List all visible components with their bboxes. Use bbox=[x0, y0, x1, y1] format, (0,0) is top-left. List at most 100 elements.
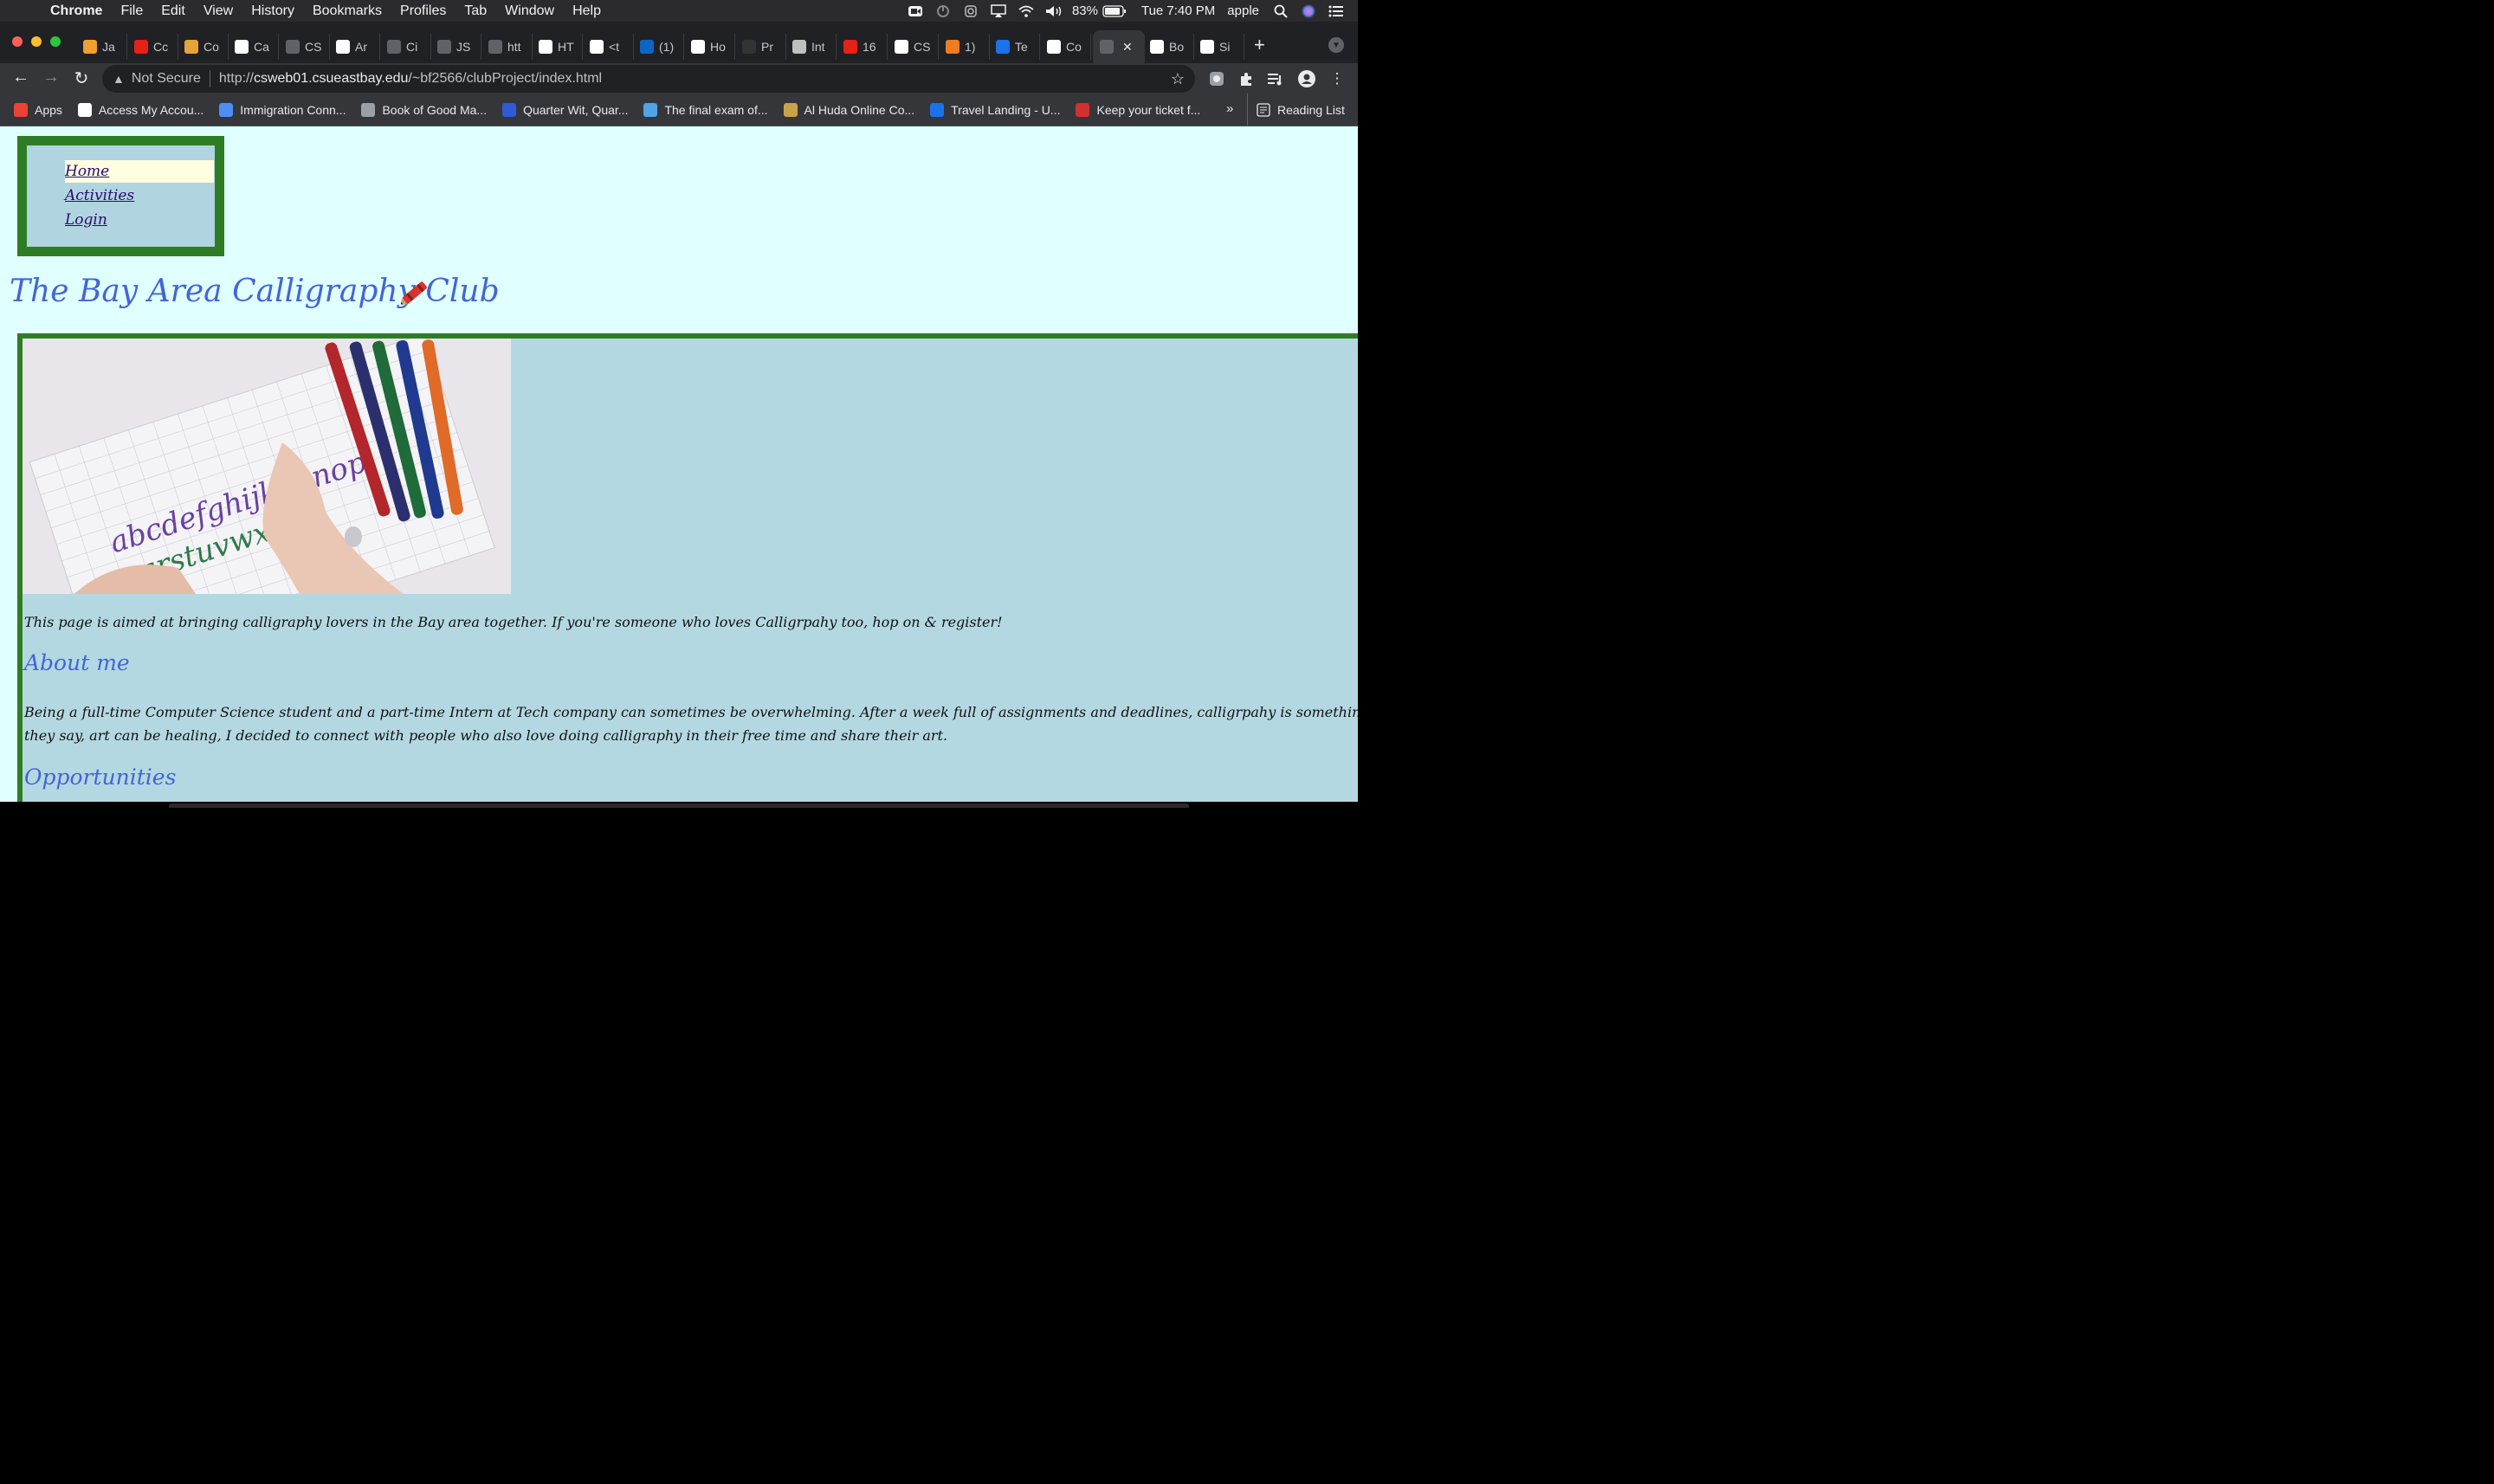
close-window-button[interactable] bbox=[12, 36, 23, 47]
menu-tab[interactable]: Tab bbox=[464, 3, 487, 19]
menu-user[interactable]: apple bbox=[1227, 3, 1259, 18]
bookmark-item[interactable]: The final exam of... bbox=[643, 102, 768, 117]
browser-tab[interactable]: Pr bbox=[735, 34, 786, 60]
browser-tab[interactable]: Ca bbox=[228, 34, 279, 60]
url-scheme: http:// bbox=[218, 71, 254, 86]
bookmark-item[interactable]: Travel Landing - U... bbox=[930, 102, 1061, 117]
bookmark-label: Travel Landing - U... bbox=[951, 102, 1061, 117]
tab-title: Ar bbox=[355, 40, 367, 54]
menu-profiles[interactable]: Profiles bbox=[400, 3, 446, 19]
mortarboard-icon bbox=[539, 40, 552, 54]
menu-clock[interactable]: Tue 7:40 PM bbox=[1141, 3, 1215, 18]
menu-app-name[interactable]: Chrome bbox=[50, 3, 102, 19]
browser-tab[interactable]: ✕ bbox=[1093, 30, 1145, 63]
tab-title: HT bbox=[558, 40, 574, 54]
timer-icon[interactable] bbox=[934, 4, 953, 18]
tab-title: Cc bbox=[153, 40, 169, 54]
bookmark-label: Apps bbox=[35, 102, 62, 117]
bookmark-item[interactable]: Al Huda Online Co... bbox=[783, 102, 914, 117]
bookmark-star-icon[interactable]: ☆ bbox=[1171, 70, 1185, 88]
clipboard-icon[interactable] bbox=[961, 4, 980, 18]
browser-tab[interactable]: Ja bbox=[76, 34, 127, 60]
browser-tab[interactable]: CS bbox=[888, 34, 939, 60]
x-icon bbox=[77, 102, 92, 117]
site-navigation: Home Activities Login bbox=[17, 136, 224, 256]
back-arrow-icon[interactable]: ← bbox=[10, 68, 31, 87]
extensions-puzzle-icon[interactable] bbox=[1237, 69, 1256, 88]
browser-tab[interactable]: Te bbox=[989, 34, 1040, 60]
warning-triangle-icon[interactable]: ▲ bbox=[113, 72, 125, 86]
browser-tab[interactable]: (1) bbox=[633, 34, 684, 60]
new-tab-plus-icon[interactable]: + bbox=[1254, 34, 1265, 56]
nav-link-login[interactable]: Login bbox=[65, 209, 214, 231]
browser-tab[interactable]: 1) bbox=[939, 34, 990, 60]
browser-tab[interactable]: Co bbox=[178, 34, 229, 60]
browser-tab[interactable]: Cc bbox=[127, 34, 178, 60]
media-queue-icon[interactable] bbox=[1266, 69, 1285, 88]
browser-tab[interactable]: Ci bbox=[380, 34, 431, 60]
bookmark-item[interactable]: Keep your ticket f... bbox=[1076, 102, 1200, 117]
nav-link-activities[interactable]: Activities bbox=[65, 184, 214, 207]
zoom-window-button[interactable] bbox=[50, 36, 61, 47]
about-heading: About me bbox=[24, 650, 130, 675]
battery-icon[interactable] bbox=[1102, 4, 1127, 18]
wifi-icon[interactable] bbox=[1017, 4, 1036, 18]
main-content-panel: abcdefghijklmnop qrstuvwxyz This page is… bbox=[17, 333, 1358, 802]
coin-icon bbox=[783, 102, 798, 117]
browser-tab[interactable]: Bo bbox=[1143, 34, 1194, 60]
tab-search-chevron-icon[interactable]: ▼ bbox=[1328, 37, 1344, 53]
menu-window[interactable]: Window bbox=[505, 3, 554, 19]
url-host: csweb01.csueastbay.edu bbox=[253, 71, 409, 86]
bookmark-item[interactable]: Access My Accou... bbox=[77, 102, 204, 117]
menu-help[interactable]: Help bbox=[572, 3, 601, 19]
browser-tab[interactable]: CS bbox=[279, 34, 330, 60]
address-bar[interactable]: ▲ Not Secure http://csweb01.csueastbay.e… bbox=[102, 65, 1195, 93]
c-icon bbox=[946, 40, 959, 54]
menu-history[interactable]: History bbox=[251, 3, 294, 19]
bookmarks-overflow-chevron[interactable]: » bbox=[1226, 101, 1233, 116]
google-icon bbox=[1200, 40, 1214, 54]
bookmark-item[interactable]: Quarter Wit, Quar... bbox=[502, 102, 629, 117]
control-center-icon[interactable] bbox=[1327, 4, 1346, 18]
tab-title: CS bbox=[914, 40, 931, 54]
browser-tab[interactable]: <t bbox=[583, 34, 634, 60]
reload-icon[interactable]: ↻ bbox=[71, 68, 92, 89]
menu-edit[interactable]: Edit bbox=[161, 3, 185, 19]
menu-file[interactable]: File bbox=[120, 3, 143, 19]
airplay-icon[interactable] bbox=[989, 3, 1008, 18]
chrome-menu-kebab-icon[interactable]: ⋮ bbox=[1328, 69, 1347, 88]
browser-tab[interactable]: 16 bbox=[837, 34, 888, 60]
browser-tab[interactable]: Ar bbox=[329, 34, 380, 60]
browser-tab[interactable]: Int bbox=[785, 34, 837, 60]
volume-icon[interactable] bbox=[1044, 4, 1063, 18]
people-icon bbox=[643, 102, 658, 117]
tab-title: Pr bbox=[761, 40, 773, 54]
menu-view[interactable]: View bbox=[204, 3, 233, 19]
reading-list-button[interactable]: Reading List bbox=[1247, 94, 1345, 126]
browser-tab[interactable]: Ho bbox=[684, 34, 735, 60]
nav-link-home[interactable]: Home bbox=[65, 160, 214, 183]
browser-tab[interactable]: htt bbox=[481, 34, 533, 60]
bookmark-item[interactable]: Book of Good Ma... bbox=[361, 102, 488, 117]
browser-tab[interactable]: Si bbox=[1193, 34, 1244, 60]
extension-screenshot-icon[interactable] bbox=[1207, 69, 1226, 88]
browser-tab[interactable]: HT bbox=[532, 34, 583, 60]
bookmark-label: Quarter Wit, Quar... bbox=[523, 102, 629, 117]
bookmark-label: Book of Good Ma... bbox=[382, 102, 488, 117]
funnel-icon bbox=[996, 40, 1010, 54]
spotlight-search-icon[interactable] bbox=[1271, 4, 1290, 18]
not-secure-label[interactable]: Not Secure bbox=[132, 71, 201, 87]
tab-title: 16 bbox=[863, 40, 876, 54]
close-tab-icon[interactable]: ✕ bbox=[1122, 40, 1133, 55]
tab-title: Ci bbox=[406, 40, 418, 54]
browser-tab[interactable]: JS bbox=[430, 34, 481, 60]
menu-bookmarks[interactable]: Bookmarks bbox=[313, 3, 382, 19]
forward-arrow-icon[interactable]: → bbox=[41, 68, 61, 87]
profile-avatar-icon[interactable] bbox=[1297, 69, 1316, 88]
browser-tab[interactable]: Co bbox=[1040, 34, 1091, 60]
bookmark-item[interactable]: Apps bbox=[14, 102, 62, 117]
zoom-icon[interactable] bbox=[906, 4, 925, 18]
bookmark-item[interactable]: Immigration Conn... bbox=[219, 102, 346, 117]
siri-icon[interactable] bbox=[1299, 3, 1318, 18]
minimize-window-button[interactable] bbox=[31, 36, 42, 47]
